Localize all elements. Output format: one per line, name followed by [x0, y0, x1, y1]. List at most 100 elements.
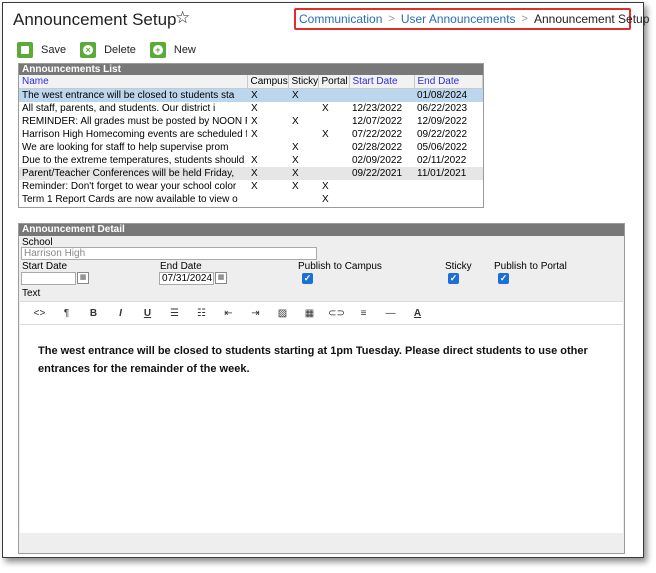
- italic-icon[interactable]: I: [107, 308, 134, 319]
- cell-portal: [318, 88, 349, 102]
- editor-toolbar: <> ¶ B I U ☰ ☷ ⇤ ⇥ ▨ ▦ ⊂⊃ ≡ — A: [20, 301, 623, 325]
- new-button[interactable]: + New: [149, 41, 196, 59]
- sticky-label: Sticky: [445, 261, 472, 272]
- add-icon: +: [149, 42, 166, 58]
- table-row[interactable]: Parent/Teacher Conferences will be held …: [19, 166, 483, 180]
- cell-campus: X: [247, 88, 288, 102]
- start-date-label: Start Date: [22, 261, 68, 272]
- publish-to-campus-label: Publish to Campus: [298, 261, 382, 272]
- table-icon[interactable]: ▦: [296, 308, 323, 319]
- table-row[interactable]: Due to the extreme temperatures, student…: [19, 154, 483, 167]
- cell-campus: X: [251, 154, 258, 166]
- underline-icon[interactable]: U: [134, 308, 161, 319]
- start-date-field[interactable]: [21, 272, 76, 285]
- bullet-list-icon[interactable]: ☰: [161, 308, 188, 319]
- publish-to-portal-checkbox[interactable]: ✓: [498, 273, 509, 284]
- indent-icon[interactable]: ⇥: [242, 308, 269, 319]
- cell-campus: X: [251, 180, 258, 192]
- school-field: Harrison High: [21, 247, 317, 260]
- cell-portal: [318, 115, 349, 128]
- column-header-end-date[interactable]: End Date: [414, 75, 483, 89]
- cell-portal: [318, 154, 349, 167]
- delete-button[interactable]: × Delete: [80, 41, 136, 59]
- table-row[interactable]: Term 1 Report Cards are now available to…: [19, 193, 483, 206]
- cell-campus: X: [251, 115, 258, 127]
- code-view-icon[interactable]: <>: [26, 308, 53, 319]
- announcement-detail-panel: Announcement Detail School Harrison High…: [18, 223, 625, 554]
- column-header-portal[interactable]: Portal: [318, 75, 350, 89]
- cell-end-date: 02/11/2022: [417, 154, 467, 166]
- cell-campus: X: [251, 128, 258, 140]
- editor-text-emphasis: west entrance: [60, 345, 134, 357]
- cell-name: We are looking for staff to help supervi…: [22, 141, 229, 153]
- breadcrumb-communication[interactable]: Communication: [299, 12, 382, 26]
- cell-end-date: [414, 180, 483, 193]
- image-icon[interactable]: ▨: [269, 308, 296, 319]
- cell-sticky: X: [288, 88, 318, 102]
- cell-sticky: X: [292, 115, 299, 127]
- table-row[interactable]: Reminder: Don't forget to wear your scho…: [19, 180, 483, 193]
- table-row[interactable]: All staff, parents, and students. Our di…: [19, 102, 483, 115]
- cell-portal: X: [322, 193, 329, 205]
- announcements-table: Name Campus Sticky Portal Start Date End…: [19, 75, 483, 206]
- cell-sticky: [288, 193, 318, 206]
- cell-name: Harrison High Homecoming events are sche…: [22, 128, 247, 140]
- sticky-checkbox[interactable]: ✓: [448, 273, 459, 284]
- table-row[interactable]: REMINDER: All grades must be posted by N…: [19, 115, 483, 128]
- cell-campus: X: [251, 102, 258, 114]
- numbered-list-icon[interactable]: ☷: [188, 308, 215, 319]
- cell-end-date: 09/22/2022: [417, 128, 468, 140]
- new-label: New: [173, 44, 196, 56]
- font-color-icon[interactable]: A: [404, 308, 431, 319]
- action-toolbar: Save × Delete + New: [17, 41, 210, 59]
- cell-portal: X: [322, 180, 329, 192]
- cell-portal: [318, 141, 349, 154]
- announcements-list-header: Announcements List: [19, 64, 483, 75]
- cell-start-date: 02/28/2022: [352, 141, 403, 153]
- publish-to-campus-checkbox[interactable]: ✓: [302, 273, 313, 284]
- outdent-icon[interactable]: ⇤: [215, 308, 242, 319]
- chevron-right-icon: >: [521, 13, 528, 25]
- cell-end-date: 12/09/2022: [417, 115, 468, 127]
- link-icon[interactable]: ⊂⊃: [323, 308, 350, 319]
- cell-name: REMINDER: All grades must be posted by N…: [22, 115, 247, 127]
- cell-sticky: X: [288, 166, 318, 180]
- publish-to-portal-label: Publish to Portal: [494, 261, 567, 272]
- cell-name: Parent/Teacher Conferences will be held …: [19, 166, 247, 180]
- cell-portal: X: [322, 102, 329, 114]
- save-label: Save: [41, 44, 67, 56]
- save-icon: [17, 42, 33, 58]
- table-row[interactable]: The west entrance will be closed to stud…: [19, 88, 483, 102]
- align-icon[interactable]: ≡: [350, 308, 377, 319]
- editor-body[interactable]: The west entrance will be closed to stud…: [20, 325, 623, 533]
- start-date-calendar-icon[interactable]: ▦: [77, 272, 89, 284]
- cell-name: All staff, parents, and students. Our di…: [22, 102, 216, 114]
- column-header-start-date[interactable]: Start Date: [349, 75, 415, 89]
- end-date-label: End Date: [160, 261, 202, 272]
- cell-start-date: 02/09/2022: [352, 154, 403, 166]
- table-row[interactable]: Harrison High Homecoming events are sche…: [19, 128, 483, 141]
- end-date-calendar-icon[interactable]: ▦: [215, 272, 227, 284]
- editor-text-part: The: [38, 345, 61, 357]
- column-header-name[interactable]: Name: [19, 75, 248, 89]
- paragraph-icon[interactable]: ¶: [53, 308, 80, 319]
- cell-name: Due to the extreme temperatures, student…: [22, 154, 245, 166]
- save-button[interactable]: Save: [17, 41, 66, 59]
- column-header-sticky[interactable]: Sticky: [288, 75, 319, 89]
- cell-campus: [247, 141, 288, 154]
- delete-icon: ×: [80, 42, 97, 58]
- breadcrumb-user-announcements[interactable]: User Announcements: [401, 12, 516, 26]
- cell-end-date: 11/01/2021: [414, 166, 483, 180]
- column-header-campus[interactable]: Campus: [247, 75, 289, 89]
- announcement-detail-header: Announcement Detail: [19, 224, 624, 236]
- cell-campus: [247, 193, 288, 206]
- end-date-field[interactable]: 07/31/2024: [159, 272, 214, 285]
- cell-portal: X: [322, 128, 329, 140]
- cell-end-date: 05/06/2022: [417, 141, 468, 153]
- cell-name: Reminder: Don't forget to wear your scho…: [22, 180, 237, 192]
- table-row[interactable]: We are looking for staff to help supervi…: [19, 141, 483, 154]
- favorite-star-icon[interactable]: ☆: [175, 8, 190, 28]
- bold-icon[interactable]: B: [80, 308, 107, 319]
- cell-sticky: X: [292, 154, 299, 166]
- horizontal-rule-icon[interactable]: —: [377, 308, 404, 319]
